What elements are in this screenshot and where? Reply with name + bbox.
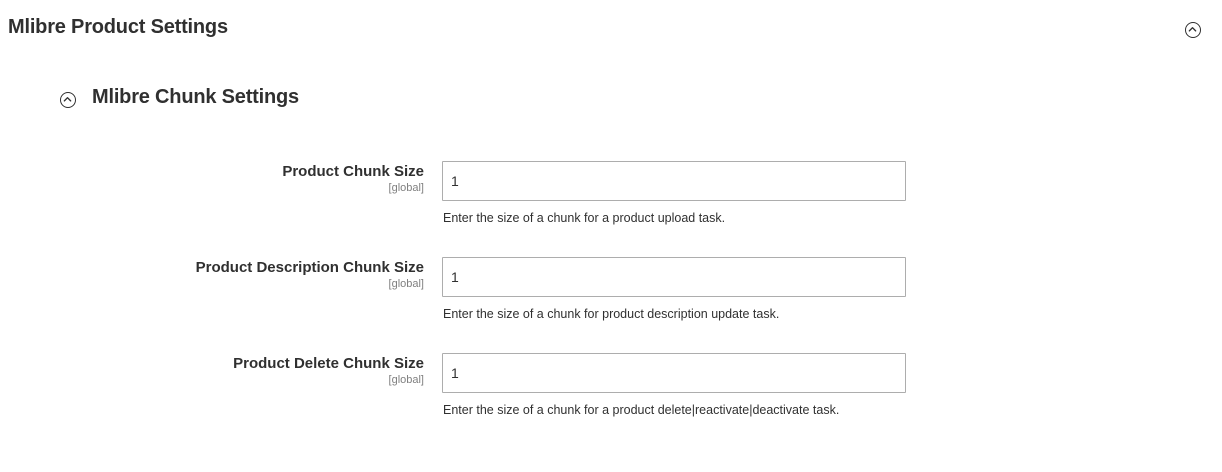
product-delete-chunk-size-input[interactable]: [442, 353, 906, 393]
chevron-up-circle-icon[interactable]: [1185, 22, 1201, 38]
group-header[interactable]: Mlibre Chunk Settings: [60, 86, 460, 114]
group-title: Mlibre Chunk Settings: [92, 86, 299, 108]
chevron-up-circle-icon[interactable]: [60, 92, 76, 108]
field-note: Enter the size of a chunk for product de…: [443, 307, 780, 321]
field-note: Enter the size of a chunk for a product …: [443, 403, 840, 417]
field-note: Enter the size of a chunk for a product …: [443, 211, 726, 225]
field-label: Product Chunk Size [global]: [282, 163, 424, 195]
config-page: Mlibre Product Settings Mlibre Chunk Set…: [0, 0, 1222, 472]
field-label-text: Product Description Chunk Size: [195, 259, 424, 276]
field-label-text: Product Chunk Size: [282, 163, 424, 180]
field-scope: [global]: [388, 278, 424, 290]
section-title: Mlibre Product Settings: [8, 16, 228, 38]
product-chunk-size-input[interactable]: [442, 161, 906, 201]
product-description-chunk-size-input[interactable]: [442, 257, 906, 297]
section-header[interactable]: Mlibre Product Settings: [8, 14, 1212, 46]
field-label: Product Delete Chunk Size [global]: [233, 355, 424, 387]
field-label-text: Product Delete Chunk Size: [233, 355, 424, 372]
field-label: Product Description Chunk Size [global]: [196, 259, 424, 291]
field-scope: [global]: [388, 374, 424, 386]
field-scope: [global]: [388, 182, 424, 194]
